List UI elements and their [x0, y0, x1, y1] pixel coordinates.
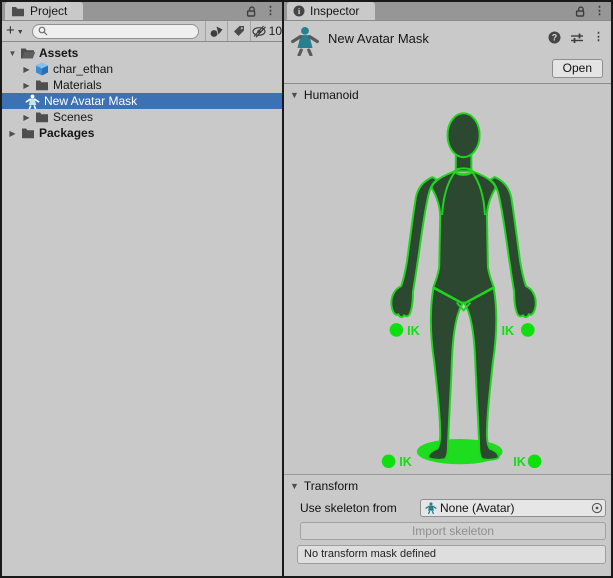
folder-icon	[11, 5, 25, 17]
expand-arrow[interactable]: ▶	[20, 65, 33, 74]
inspector-menu-icon[interactable]: ⋮	[594, 6, 605, 17]
tree-label: char_ethan	[53, 62, 113, 76]
search-input[interactable]	[51, 25, 193, 37]
search-by-label-button[interactable]	[228, 21, 250, 41]
tree-row-scenes[interactable]: ▶ Scenes	[2, 109, 282, 125]
right-foot-ik-dot	[528, 455, 542, 469]
object-picker-icon[interactable]	[588, 500, 605, 516]
tree-label: New Avatar Mask	[44, 94, 137, 108]
humanoid-foldout[interactable]: ▼ Humanoid	[284, 84, 611, 106]
tree-row-char-ethan[interactable]: ▶ char_ethan	[2, 61, 282, 77]
search-icon	[38, 26, 48, 36]
no-transform-mask-message: No transform mask defined	[297, 545, 606, 564]
project-menu-icon[interactable]: ⋮	[265, 6, 276, 17]
right-arm	[490, 177, 536, 317]
humanoid-mask-diagram[interactable]: IK IK IK IK	[284, 106, 611, 474]
inspector-tabstrip: i Inspector ⋮	[284, 2, 611, 21]
model-prefab-icon	[33, 62, 50, 76]
import-skeleton-button[interactable]: Import skeleton	[300, 522, 606, 540]
project-tree: ▼ Assets ▶ char_ethan ▶ Materials	[2, 42, 282, 576]
folder-open-icon	[19, 47, 36, 60]
tree-label: Packages	[39, 126, 94, 140]
foldout-arrow-icon: ▼	[290, 90, 299, 100]
tree-row-materials[interactable]: ▶ Materials	[2, 77, 282, 93]
avatar-mask-icon	[24, 94, 41, 109]
folder-icon	[33, 111, 50, 123]
left-foot-ik-label: IK	[399, 455, 413, 469]
eye-slash-icon	[251, 25, 268, 38]
use-skeleton-from-label: Use skeleton from	[300, 501, 420, 515]
tree-row-new-avatar-mask[interactable]: New Avatar Mask	[2, 93, 282, 109]
tab-project-label: Project	[30, 4, 67, 18]
right-hand-ik-label: IK	[502, 324, 516, 338]
asset-menu-icon[interactable]: ⋮	[593, 32, 604, 43]
project-toolbar: + ▼ 10	[2, 21, 282, 42]
transform-section: ▼ Transform Use skeleton from None (Avat…	[284, 474, 611, 576]
lock-open-icon[interactable]	[245, 5, 257, 18]
create-asset-button[interactable]: +	[6, 23, 15, 38]
project-panel: Project ⋮ + ▼	[2, 2, 282, 576]
search-field[interactable]	[32, 24, 199, 39]
right-foot-ik-label: IK	[513, 455, 527, 469]
expand-arrow[interactable]: ▶	[20, 113, 33, 122]
left-hand-ik-label: IK	[407, 324, 421, 338]
tab-project[interactable]: Project	[5, 2, 83, 20]
tree-label: Materials	[53, 78, 102, 92]
skeleton-object-field[interactable]: None (Avatar)	[420, 499, 606, 517]
info-icon: i	[293, 5, 305, 17]
tree-label: Scenes	[53, 110, 93, 124]
transform-foldout[interactable]: ▼ Transform	[284, 475, 611, 497]
left-hand-ik-dot	[390, 323, 404, 337]
avatar-icon	[425, 502, 437, 514]
svg-text:?: ?	[552, 33, 558, 43]
left-foot-ik-dot	[382, 455, 396, 469]
inspector-panel: i Inspector ⋮ New Avatar Mask ?	[284, 2, 611, 576]
right-hand-ik-dot	[521, 323, 535, 337]
asset-title: New Avatar Mask	[328, 31, 548, 46]
torso	[431, 171, 495, 302]
lock-open-icon[interactable]	[574, 5, 586, 18]
presets-icon[interactable]	[570, 32, 584, 44]
open-button[interactable]: Open	[552, 59, 603, 78]
left-arm	[391, 177, 437, 317]
search-by-type-button[interactable]	[205, 21, 227, 41]
head	[448, 113, 480, 157]
tab-inspector-label: Inspector	[310, 4, 359, 18]
expand-arrow[interactable]: ▼	[6, 49, 19, 58]
unity-editor-window: Project ⋮ + ▼	[0, 0, 613, 578]
inspector-header: New Avatar Mask ? ⋮ Open	[284, 21, 611, 84]
hidden-count: 10	[269, 24, 282, 38]
folder-icon	[33, 79, 50, 91]
project-tabstrip: Project ⋮	[2, 2, 282, 21]
expand-arrow[interactable]: ▶	[6, 129, 19, 138]
humanoid-header-label: Humanoid	[304, 88, 359, 102]
right-leg	[465, 288, 499, 460]
expand-arrow[interactable]: ▶	[20, 81, 33, 90]
hidden-packages-toggle[interactable]: 10	[251, 21, 282, 41]
foldout-arrow-icon: ▼	[290, 481, 299, 491]
transform-header-label: Transform	[304, 479, 358, 493]
folder-icon	[19, 127, 36, 139]
help-icon[interactable]: ?	[548, 31, 561, 44]
left-leg	[428, 288, 462, 460]
tab-inspector[interactable]: i Inspector	[287, 2, 375, 20]
skeleton-value: None (Avatar)	[440, 501, 585, 515]
avatar-mask-large-icon	[290, 26, 320, 56]
tree-row-packages[interactable]: ▶ Packages	[2, 125, 282, 141]
create-dropdown-icon[interactable]: ▼	[17, 29, 24, 36]
tree-row-assets[interactable]: ▼ Assets	[2, 45, 282, 61]
tree-label: Assets	[39, 46, 78, 60]
